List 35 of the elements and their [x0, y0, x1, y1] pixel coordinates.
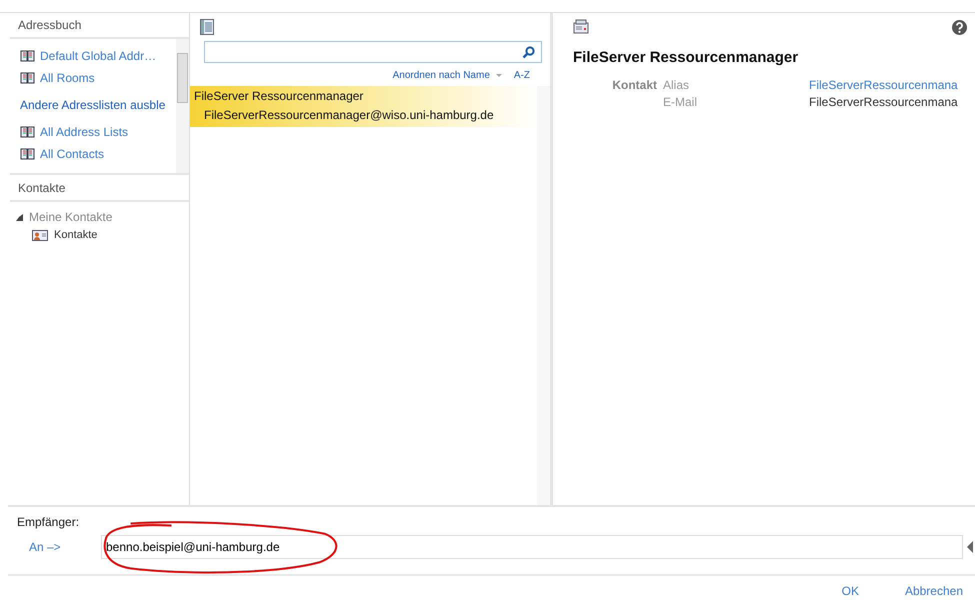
list-view-icon[interactable]: [200, 19, 214, 35]
address-list-item[interactable]: All Address Lists: [10, 121, 176, 143]
caret-icon: [496, 74, 502, 77]
address-book-icon: [20, 148, 35, 160]
address-book-icon: [20, 72, 35, 84]
dialog-button[interactable]: OK: [838, 582, 863, 600]
address-book-icon: [20, 50, 35, 62]
expand-arrow-icon[interactable]: [16, 214, 23, 220]
sort-dropdown[interactable]: Anordnen nach Name: [392, 70, 502, 81]
contact-title: FileServer Ressourcenmanager: [573, 49, 800, 66]
field-label: Alias: [663, 77, 690, 94]
address-list-item[interactable]: Default Global Addr…: [10, 45, 176, 67]
recipient-field[interactable]: benno.beispiel@uni-hamburg.de: [101, 535, 963, 560]
field-link[interactable]: FileServerRessourcenmana: [809, 77, 975, 94]
search-icon: [522, 46, 535, 58]
panel-title: Kontakte: [10, 175, 189, 202]
toggle-link[interactable]: Andere Adresslisten ausble: [10, 89, 176, 121]
address-list-item[interactable]: All Contacts: [10, 143, 176, 165]
field-label: E-Mail: [663, 94, 698, 111]
dialog-button[interactable]: Abbrechen: [900, 582, 967, 600]
address-book-icon: [20, 126, 35, 138]
contact-email: FileServerRessourcenmanager@wiso.uni-hamburg.de: [203, 107, 495, 124]
collapse-arrow-icon[interactable]: [967, 541, 973, 554]
sort-order-link[interactable]: A-Z: [514, 70, 530, 81]
address-list-item[interactable]: All Rooms: [10, 67, 176, 89]
tree-item[interactable]: Kontakte: [54, 229, 98, 241]
search-field[interactable]: [204, 41, 542, 63]
to-button[interactable]: An –>: [17, 540, 77, 554]
panel-title: Adressbuch: [10, 13, 189, 39]
field-value: FileServerRessourcenmana: [809, 94, 959, 111]
section-label: Kontakt: [611, 77, 658, 94]
help-icon[interactable]: [952, 20, 967, 34]
recipients-label: Empfänger:: [17, 515, 80, 530]
contact-name: FileServer Ressourcenmanager: [194, 89, 364, 103]
tree-folder[interactable]: Meine Kontakte: [29, 210, 112, 224]
